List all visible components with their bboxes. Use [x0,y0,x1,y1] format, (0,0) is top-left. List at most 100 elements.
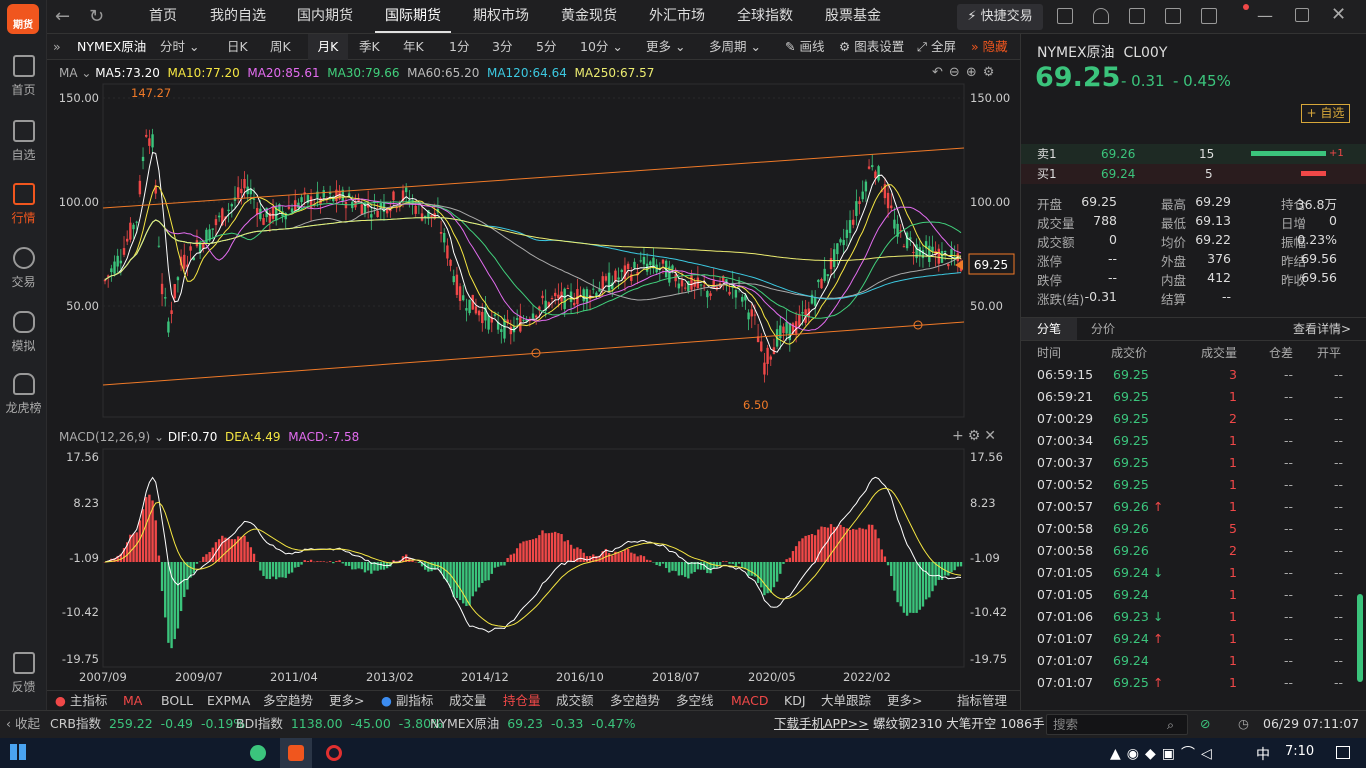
kline-panel[interactable]: MA ⌄ MA5:73.20 MA10:77.20 MA20:85.61 MA3… [47,60,1020,425]
menu-icon[interactable] [1201,8,1217,24]
indicator-turnover[interactable]: 成交额 [556,691,594,711]
news-ticker[interactable]: 螺纹钢2310 大笔开空 1086手 [873,711,1045,737]
restore-icon[interactable] [1295,8,1309,22]
taskbar-app-icon[interactable] [250,745,266,761]
fullscreen-button[interactable]: ⤢ 全屏 [917,34,956,60]
indicator-expma[interactable]: EXPMA [207,691,250,711]
window-icon[interactable] [1057,8,1073,24]
indicator-trend[interactable]: 多空趋势 [263,691,313,711]
nav-watchlist[interactable]: 自选 [0,120,47,180]
refresh-icon[interactable]: ↻ [89,6,104,27]
minimize-icon[interactable]: — [1257,6,1273,25]
period-5min[interactable]: 5分 [536,34,556,60]
tab-gold-spot[interactable]: 黄金现货 [551,0,627,33]
ticker-crude[interactable]: NYMEX原油 69.23 -0.33 -0.47% [430,711,635,737]
nav-feedback[interactable]: 反馈 [0,652,47,712]
tab-forex[interactable]: 外汇市场 [639,0,715,33]
back-arrow-icon[interactable]: ← [55,6,70,27]
macd-bar [176,562,180,629]
link-icon[interactable]: ⊘ [1200,711,1210,737]
nav-market[interactable]: 行情 [0,183,47,243]
tab-home[interactable]: 首页 [135,0,191,33]
multi-period[interactable]: 多周期 ⌄ [709,34,761,60]
ticker-bdi[interactable]: BDI指数 1138.00 -45.00 -3.80% [236,711,443,737]
indicator-ma[interactable]: MA [123,691,142,711]
chart-settings-button[interactable]: ⚙ 图表设置 [839,34,904,60]
indicator-more[interactable]: 更多> [329,691,364,711]
tray-clock[interactable]: 7:10 [1285,744,1314,759]
period-10min[interactable]: 10分 ⌄ [580,34,623,60]
indicator-manage[interactable]: 指标管理 [957,691,1007,711]
indicator-kdj[interactable]: KDJ [784,691,806,711]
main-indicator-button[interactable]: ● 主指标 [55,691,107,711]
tab-domestic-futures[interactable]: 国内期货 [287,0,363,33]
tab-intl-futures[interactable]: 国际期货 [375,0,451,33]
period-month[interactable]: 月K [308,34,348,60]
notification-icon[interactable] [1336,746,1350,759]
taskbar-browser-icon[interactable] [326,745,342,761]
period-tick[interactable]: 分时 ⌄ [160,34,199,60]
draw-line-button[interactable]: ✎ 画线 [785,34,824,60]
download-app-link[interactable]: 下载手机APP>> [774,711,869,737]
period-quarter[interactable]: 季K [359,34,380,60]
nav-label: 交易 [11,275,36,289]
nav-trade[interactable]: 交易 [0,247,47,307]
nav-rankings[interactable]: 龙虎榜 [0,373,47,433]
add-watchlist-button[interactable]: + 自选 [1301,104,1350,123]
sub-indicator-button[interactable]: ● 副指标 [381,691,433,711]
tab-options[interactable]: 期权市场 [463,0,539,33]
indicator-bull-bear[interactable]: 多空线 [676,691,714,711]
tick-open-close: -- [1333,587,1343,602]
indicator-macd[interactable]: MACD [731,691,768,711]
bell-icon[interactable] [1093,8,1109,24]
macd-bar [506,558,509,562]
candle-body [785,321,788,334]
channel-lower-line[interactable] [102,321,965,386]
tab-stock-funds[interactable]: 股票基金 [815,0,891,33]
nav-home[interactable]: 首页 [0,55,47,115]
more-periods[interactable]: 更多 ⌄ [646,34,685,60]
macd-bar [363,562,367,573]
quick-trade-button[interactable]: ⚡ 快捷交易 [957,4,1043,30]
tray-icons[interactable]: ▲◉◆▣⌒◁ [1110,743,1218,763]
macd-panel[interactable]: MACD(12,26,9) ⌄ DIF:0.70 DEA:4.49 MACD:-… [47,427,1020,690]
search-icon[interactable]: ⌕ [1167,712,1174,738]
double-chevron-icon[interactable]: » [53,34,61,60]
candle-body [176,277,180,281]
app-logo[interactable]: 期货 [7,4,39,34]
close-icon[interactable]: ✕ [1331,4,1346,25]
shirt-icon[interactable] [1165,8,1181,24]
period-week[interactable]: 周K [270,34,291,60]
indicator-trend-sub[interactable]: 多空趋势 [610,691,660,711]
macd-bar [354,562,357,570]
nav-simulate[interactable]: 模拟 [0,311,47,371]
tab-my-watchlist[interactable]: 我的自选 [197,0,279,33]
period-day[interactable]: 日K [227,34,248,60]
view-details-link[interactable]: 查看详情> [1293,318,1351,340]
taskbar-futures-icon[interactable] [288,745,304,761]
search-box[interactable]: 搜索 ⌕ [1046,714,1188,735]
period-3min[interactable]: 3分 [492,34,512,60]
indicator-boll[interactable]: BOLL [161,691,193,711]
stat-value: 0 [1329,213,1337,228]
tab-price-dist[interactable]: 分价 [1091,318,1115,340]
candle-body [360,204,363,215]
indicator-big-order[interactable]: 大单跟踪 [821,691,871,711]
tab-ticks[interactable]: 分笔 [1021,318,1077,340]
hide-button[interactable]: » 隐藏 [971,34,1008,60]
scrollbar[interactable] [1357,594,1363,682]
channel-upper-line[interactable] [102,147,965,209]
collapse-button[interactable]: ‹ 收起 [6,711,40,737]
indicator-more-sub[interactable]: 更多> [887,691,922,711]
windows-start-icon[interactable] [10,744,26,760]
search-input[interactable]: 搜索 [1053,712,1078,738]
tab-global-index[interactable]: 全球指数 [727,0,803,33]
indicator-volume[interactable]: 成交量 [449,691,487,711]
indicator-open-interest[interactable]: 持仓量 [503,691,541,711]
period-year[interactable]: 年K [403,34,424,60]
status-datetime: 06/29 07:11:07 [1263,716,1360,731]
mail-icon[interactable] [1129,8,1145,24]
period-1min[interactable]: 1分 [449,34,469,60]
ime-indicator[interactable]: 中 [1256,744,1270,764]
ticker-crb[interactable]: CRB指数 259.22 -0.49 -0.19% [50,711,245,737]
